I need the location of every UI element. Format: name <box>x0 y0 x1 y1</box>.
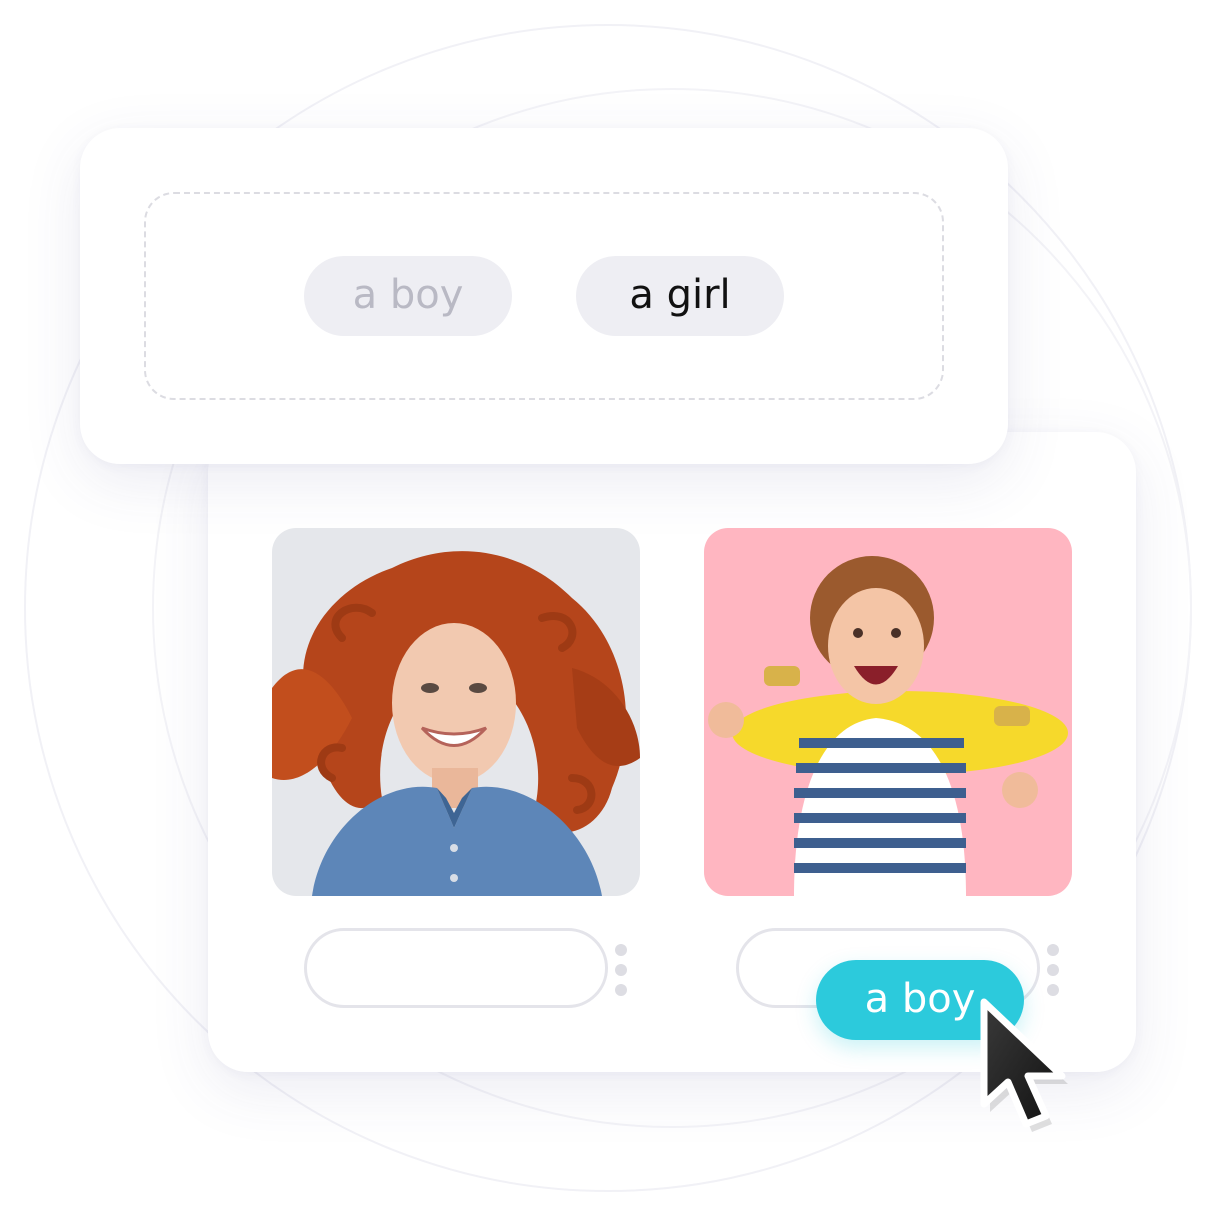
pointer-cursor-icon <box>980 998 1068 1132</box>
word-chip-available[interactable]: a girl <box>576 256 784 336</box>
answer-slot-girl[interactable] <box>304 928 608 1008</box>
photo-girl <box>272 528 640 896</box>
word-bank-drop-zone[interactable] <box>144 192 944 400</box>
word-bank-card: a boy a girl <box>80 128 1008 464</box>
drag-handle-icon <box>615 944 627 1004</box>
word-chip-used: a boy <box>304 256 512 336</box>
photo-boy <box>704 528 1072 896</box>
